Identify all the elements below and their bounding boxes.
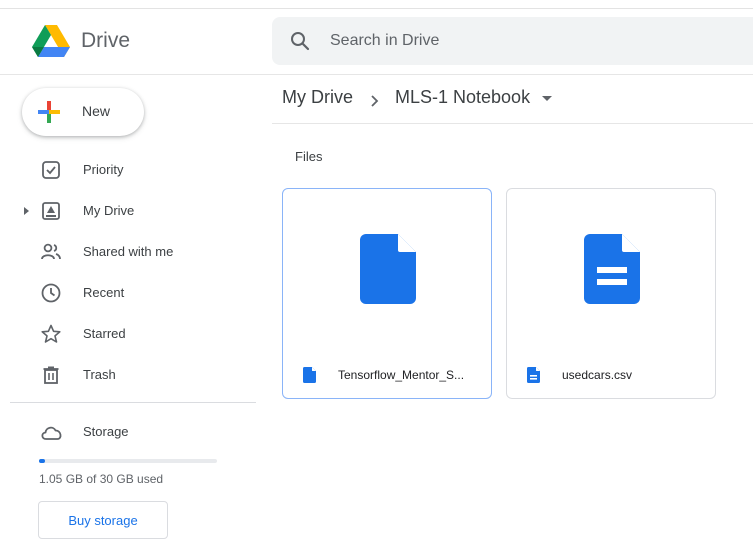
expand-caret-icon[interactable] [24, 207, 29, 215]
sidebar-item-label: Priority [83, 162, 124, 177]
new-button[interactable]: New [22, 88, 144, 136]
search-box[interactable]: Search in Drive [272, 17, 753, 65]
sidebar-item-label: My Drive [83, 203, 135, 218]
trash-icon [40, 364, 62, 386]
storage-label: Storage [83, 424, 129, 439]
drive-logo-icon[interactable] [32, 25, 70, 59]
new-button-label: New [82, 103, 111, 119]
storage-usage-bar [39, 459, 217, 463]
file-preview [507, 189, 715, 349]
sidebar-item-starred[interactable]: Starred [0, 314, 256, 355]
chevron-right-icon [368, 92, 382, 107]
file-card[interactable]: usedcars.csv [506, 188, 716, 399]
search-icon[interactable] [288, 29, 312, 53]
app-name[interactable]: Drive [81, 29, 130, 53]
file-name: usedcars.csv [562, 368, 633, 382]
buy-storage-label: Buy storage [68, 513, 138, 528]
sidebar-item-my-drive[interactable]: My Drive [0, 191, 256, 232]
chevron-down-icon[interactable] [542, 96, 552, 101]
file-preview [283, 189, 491, 349]
shared-icon [40, 241, 62, 263]
sidebar-item-label: Starred [83, 326, 126, 341]
sidebar-item-label: Trash [83, 367, 116, 382]
plus-icon [36, 99, 62, 125]
breadcrumb-current[interactable]: MLS-1 Notebook [395, 87, 530, 108]
cloud-icon [39, 421, 65, 443]
sidebar-item-storage[interactable]: Storage [0, 418, 256, 446]
priority-icon [40, 159, 62, 181]
buy-storage-button[interactable]: Buy storage [38, 501, 168, 539]
header-divider [0, 74, 753, 75]
content-divider [272, 123, 753, 124]
sidebar-item-recent[interactable]: Recent [0, 273, 256, 314]
top-border [0, 8, 753, 9]
sidebar-divider [10, 402, 256, 403]
document-icon [360, 234, 416, 304]
document-lines-icon [584, 234, 640, 304]
my-drive-icon [40, 200, 62, 222]
storage-usage-fill [39, 459, 46, 463]
clock-icon [40, 282, 62, 304]
sidebar-item-trash[interactable]: Trash [0, 355, 256, 396]
sidebar-nav: Priority My Drive Shared with me Recent … [0, 150, 256, 396]
storage-usage-text: 1.05 GB of 30 GB used [39, 472, 164, 486]
star-icon [40, 323, 62, 345]
breadcrumb-root[interactable]: My Drive [282, 87, 353, 108]
file-name-row: usedcars.csv [525, 365, 703, 385]
sidebar-item-label: Shared with me [83, 244, 174, 259]
file-name: Tensorflow_Mentor_S... [338, 368, 465, 382]
search-input[interactable]: Search in Drive [330, 32, 439, 50]
file-type-icon [303, 367, 316, 383]
file-card[interactable]: Tensorflow_Mentor_S... [282, 188, 492, 399]
file-type-icon [527, 367, 540, 383]
sidebar-item-priority[interactable]: Priority [0, 150, 256, 191]
sidebar-item-shared[interactable]: Shared with me [0, 232, 256, 273]
file-name-row: Tensorflow_Mentor_S... [301, 365, 479, 385]
sidebar-item-label: Recent [83, 285, 125, 300]
files-section-title: Files [295, 149, 323, 164]
